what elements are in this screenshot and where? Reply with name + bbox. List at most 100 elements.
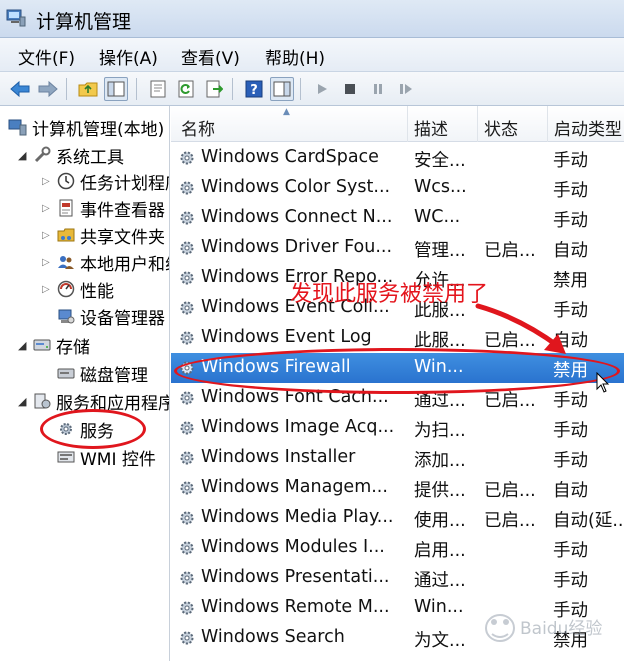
tree-item-device-manager[interactable]: 设备管理器 bbox=[56, 303, 165, 329]
service-description: Win... bbox=[414, 357, 464, 377]
service-row[interactable]: Windows Media Play... 使用... 已启... 自动(延... bbox=[171, 503, 624, 533]
show-hide-tree-icon[interactable] bbox=[104, 77, 128, 101]
tools-icon bbox=[32, 145, 52, 165]
menu-help[interactable]: 帮助(H) bbox=[265, 44, 325, 69]
service-status: 已启... bbox=[484, 241, 536, 261]
service-name: Windows Managem... bbox=[201, 477, 388, 497]
gear-icon bbox=[180, 601, 194, 615]
gear-icon bbox=[180, 361, 194, 375]
service-row[interactable]: Windows Installer 添加... 手动 bbox=[171, 443, 624, 473]
performance-icon bbox=[56, 279, 76, 299]
service-name: Windows Media Play... bbox=[201, 507, 394, 527]
annotation-text: 发现此服务被禁用了 bbox=[290, 282, 489, 307]
collapse-triangle-icon[interactable]: ◢ bbox=[18, 395, 32, 408]
tree-item-services-and-applications[interactable]: ◢ 服务和应用程序 bbox=[18, 388, 169, 414]
tree-item-wmi-control[interactable]: WMI 控件 bbox=[56, 444, 156, 470]
column-label: 名称 bbox=[181, 120, 215, 140]
tree-label: 性能 bbox=[80, 281, 114, 302]
expand-triangle-icon[interactable]: ▷ bbox=[42, 176, 56, 187]
service-row[interactable]: Windows Connect N... WC... 手动 bbox=[171, 203, 624, 233]
service-startup-type: 自动(延... bbox=[553, 511, 624, 531]
tree-label: 服务 bbox=[80, 421, 114, 442]
toolbar: ? bbox=[0, 72, 624, 106]
tree-item-performance[interactable]: ▷ 性能 bbox=[42, 276, 114, 302]
tree-item-disk-management[interactable]: 磁盘管理 bbox=[56, 360, 148, 386]
column-label: 状态 bbox=[484, 120, 518, 140]
back-icon[interactable] bbox=[8, 77, 32, 101]
gear-icon bbox=[180, 151, 194, 165]
service-description: 为扫... bbox=[414, 421, 466, 441]
expand-triangle-icon[interactable]: ▷ bbox=[42, 257, 56, 268]
wmi-control-icon bbox=[56, 447, 76, 467]
stop-icon[interactable] bbox=[338, 77, 362, 101]
menu-action[interactable]: 操作(A) bbox=[99, 44, 158, 69]
service-row[interactable]: Windows CardSpace 安全... 手动 bbox=[171, 143, 624, 173]
help-icon[interactable]: ? bbox=[242, 77, 266, 101]
tree-label: WMI 控件 bbox=[80, 449, 156, 470]
service-row[interactable]: Windows Font Cach... 通过... 已启... 手动 bbox=[171, 383, 624, 413]
tree-item-event-viewer[interactable]: ▷ 事件查看器 bbox=[42, 195, 165, 221]
service-description: 使用... bbox=[414, 511, 466, 531]
play-icon[interactable] bbox=[310, 77, 334, 101]
title-bar: 计算机管理 bbox=[0, 0, 624, 38]
up-folder-icon[interactable] bbox=[76, 77, 100, 101]
tree-item-task-scheduler[interactable]: ▷ 任务计划程序 bbox=[42, 168, 169, 194]
menu-view[interactable]: 查看(V) bbox=[181, 44, 240, 69]
gear-icon bbox=[180, 511, 194, 525]
gear-icon bbox=[180, 331, 194, 345]
service-description: 此服... bbox=[414, 331, 466, 351]
column-header-startup-type[interactable]: 启动类型 bbox=[548, 106, 624, 142]
tree-item-system-tools[interactable]: ◢ 系统工具 bbox=[18, 142, 124, 168]
device-manager-icon bbox=[56, 306, 76, 326]
expand-triangle-icon[interactable]: ▷ bbox=[42, 203, 56, 214]
column-label: 描述 bbox=[414, 120, 448, 140]
tree-label: 系统工具 bbox=[56, 147, 124, 168]
show-hide-action-pane-icon[interactable] bbox=[270, 77, 294, 101]
service-row[interactable]: Windows Modules I... 启用... 手动 bbox=[171, 533, 624, 563]
service-name: Windows Installer bbox=[201, 447, 356, 467]
pause-icon[interactable] bbox=[366, 77, 390, 101]
tree-item-shared-folders[interactable]: ▷ 共享文件夹 bbox=[42, 222, 165, 248]
service-name: Windows Presentati... bbox=[201, 567, 390, 587]
refresh-icon[interactable] bbox=[174, 77, 198, 101]
gear-icon bbox=[56, 419, 76, 439]
service-status: 已启... bbox=[484, 481, 536, 501]
column-header-status[interactable]: 状态 bbox=[478, 106, 548, 142]
service-row[interactable]: Windows Driver Fou... 管理... 已启... 自动 bbox=[171, 233, 624, 263]
collapse-triangle-icon[interactable]: ◢ bbox=[18, 149, 32, 162]
window-title: 计算机管理 bbox=[36, 11, 132, 33]
properties-icon[interactable] bbox=[146, 77, 170, 101]
gear-icon bbox=[180, 571, 194, 585]
service-description: 添加... bbox=[414, 451, 466, 471]
menu-file[interactable]: 文件(F) bbox=[18, 44, 75, 69]
service-startup-type: 手动 bbox=[553, 151, 588, 171]
service-row[interactable]: Windows Managem... 提供... 已启... 自动 bbox=[171, 473, 624, 503]
forward-icon[interactable] bbox=[36, 77, 60, 101]
navigation-tree: 计算机管理(本地) ◢ 系统工具 ▷ 任务计划程序 ▷ 事件查看器 ▷ 共享文件… bbox=[0, 106, 170, 661]
tree-label: 存储 bbox=[56, 337, 90, 358]
restart-icon[interactable] bbox=[394, 77, 418, 101]
service-name: Windows Firewall bbox=[201, 357, 351, 377]
service-row[interactable]: Windows Image Acq... 为扫... 手动 bbox=[171, 413, 624, 443]
collapse-triangle-icon[interactable]: ◢ bbox=[18, 339, 32, 352]
service-row[interactable]: Windows Presentati... 通过... 手动 bbox=[171, 563, 624, 593]
tree-item-computer-management[interactable]: 计算机管理(本地) bbox=[8, 114, 164, 140]
column-header-description[interactable]: 描述 bbox=[408, 106, 478, 142]
tree-item-local-users-groups[interactable]: ▷ 本地用户和组 bbox=[42, 249, 169, 275]
export-list-icon[interactable] bbox=[202, 77, 226, 101]
shared-folder-icon bbox=[56, 225, 76, 245]
services-list: 名称 ▲ 描述 状态 启动类型 Windows CardSpace 安全... 手动… bbox=[171, 106, 624, 661]
service-description: WC... bbox=[414, 207, 461, 227]
tree-item-services[interactable]: 服务 bbox=[56, 416, 114, 442]
expand-triangle-icon[interactable]: ▷ bbox=[42, 230, 56, 241]
expand-triangle-icon[interactable]: ▷ bbox=[42, 284, 56, 295]
clock-icon bbox=[56, 171, 76, 191]
service-row[interactable]: Windows Color Syst... Wcs... 手动 bbox=[171, 173, 624, 203]
baidu-watermark: Baidu经验 bbox=[478, 604, 618, 656]
disk-management-icon bbox=[56, 363, 76, 383]
list-header: 名称 ▲ 描述 状态 启动类型 bbox=[171, 106, 624, 142]
gear-icon bbox=[180, 481, 194, 495]
column-label: 启动类型 bbox=[554, 120, 622, 140]
service-description: 通过... bbox=[414, 391, 466, 411]
tree-item-storage[interactable]: ◢ 存储 bbox=[18, 332, 90, 358]
